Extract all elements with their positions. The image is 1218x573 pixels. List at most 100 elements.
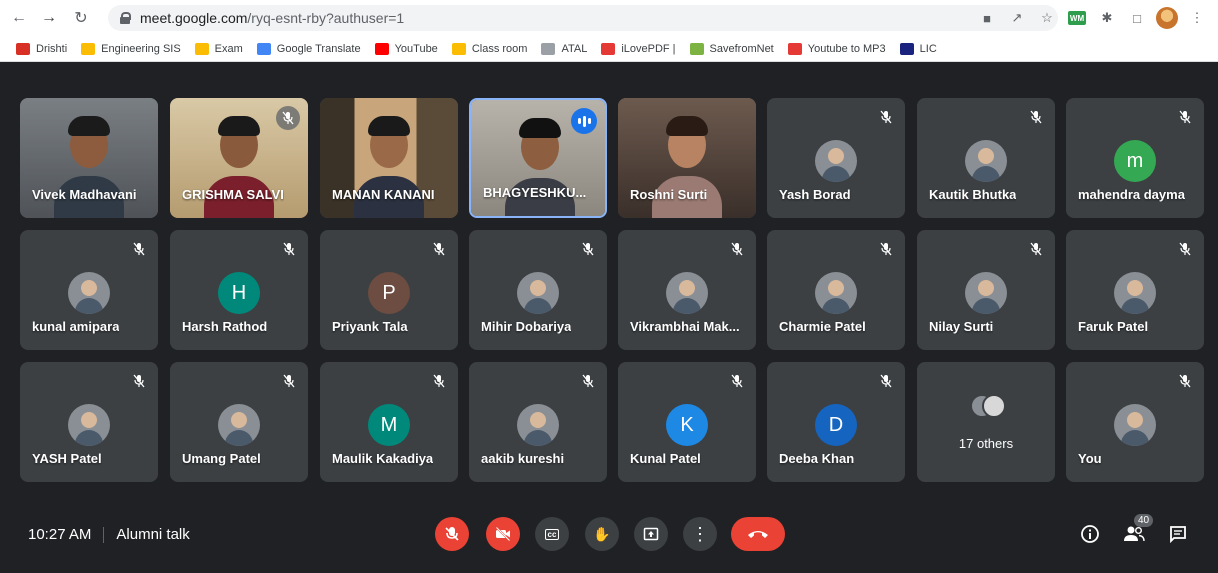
bookmark-item[interactable]: Class room xyxy=(451,42,528,55)
back-icon[interactable]: ← xyxy=(6,5,32,31)
raise-hand-button[interactable]: ✋ xyxy=(585,517,619,551)
participant-tile[interactable]: aakib kureshi xyxy=(469,362,607,482)
reload-icon[interactable]: ↻ xyxy=(68,5,94,31)
bookmarks-bar: Drishti Engineering SIS Exam Google Transla… xyxy=(0,36,1218,62)
profile-avatar[interactable] xyxy=(1156,7,1178,29)
participant-avatar xyxy=(965,272,1007,314)
participant-avatar: H xyxy=(218,272,260,314)
bookmark-item[interactable]: SavefromNet xyxy=(689,42,774,55)
muted-mic-icon xyxy=(280,240,298,258)
muted-mic-icon xyxy=(877,372,895,390)
bookmark-item[interactable]: ATAL xyxy=(541,42,587,55)
bookmark-star-icon[interactable]: ☆ xyxy=(1036,7,1058,29)
bookmark-label: Youtube to MP3 xyxy=(807,42,886,55)
bookmark-favicon-icon xyxy=(374,42,389,55)
participant-tile[interactable]: m mahendra dayma xyxy=(1066,98,1204,218)
camera-toggle-button[interactable] xyxy=(486,517,520,551)
participant-tile[interactable]: MANAN KANANI xyxy=(320,98,458,218)
participant-tile[interactable]: You xyxy=(1066,362,1204,482)
leave-call-button[interactable] xyxy=(731,517,785,551)
participant-name: Mihir Dobariya xyxy=(481,319,572,334)
browser-toolbar: ← → ↻ meet.google.com/ryq-esnt-rby?authu… xyxy=(0,0,1218,36)
participant-name: Kautik Bhutka xyxy=(929,187,1017,202)
participant-tile[interactable]: Vivek Madhavani xyxy=(20,98,158,218)
participant-tile[interactable]: Charmie Patel xyxy=(767,230,905,350)
participant-tile[interactable]: Vikrambhai Mak... xyxy=(618,230,756,350)
participant-name: GRISHMA SALVI xyxy=(182,187,284,202)
bookmark-label: Class room xyxy=(471,42,528,55)
participant-avatar xyxy=(666,272,708,314)
participant-tile[interactable]: Roshni Surti xyxy=(618,98,756,218)
bookmark-label: YouTube xyxy=(394,42,438,55)
captions-button[interactable]: cc xyxy=(535,517,569,551)
bookmark-item[interactable]: Google Translate xyxy=(256,42,361,55)
extensions-puzzle-icon[interactable]: ✱ xyxy=(1096,7,1118,29)
participant-tile[interactable]: 17 others xyxy=(917,362,1055,482)
participant-tile[interactable]: D Deeba Khan xyxy=(767,362,905,482)
share-icon[interactable]: ↗ xyxy=(1006,7,1028,29)
participant-tile[interactable]: Nilay Surti xyxy=(917,230,1055,350)
participant-tile[interactable]: YASH Patel xyxy=(20,362,158,482)
muted-mic-icon xyxy=(1176,372,1194,390)
bookmark-item[interactable]: Exam xyxy=(194,42,243,55)
meeting-info: 10:27 AM Alumni talk xyxy=(28,526,190,543)
participant-tile[interactable]: P Priyank Tala xyxy=(320,230,458,350)
participant-tile[interactable]: H Harsh Rathod xyxy=(170,230,308,350)
participant-name: Charmie Patel xyxy=(779,319,866,334)
bookmark-item[interactable]: iLovePDF | xyxy=(601,42,676,55)
muted-mic-icon xyxy=(1176,240,1194,258)
participant-name: Maulik Kakadiya xyxy=(332,451,434,466)
participant-tile[interactable]: kunal amipara xyxy=(20,230,158,350)
participant-avatar xyxy=(517,272,559,314)
bookmark-favicon-icon xyxy=(601,42,616,55)
side-panel-icon[interactable]: □ xyxy=(1126,7,1148,29)
participant-name: Vikrambhai Mak... xyxy=(630,319,740,334)
bookmark-item[interactable]: LIC xyxy=(899,42,937,55)
bookmark-item[interactable]: Drishti xyxy=(16,42,67,55)
participant-tile[interactable]: Yash Borad xyxy=(767,98,905,218)
meeting-details-button[interactable] xyxy=(1078,522,1102,546)
participant-tile[interactable]: Mihir Dobariya xyxy=(469,230,607,350)
mic-toggle-button[interactable] xyxy=(435,517,469,551)
participant-name: Umang Patel xyxy=(182,451,261,466)
participant-avatar: D xyxy=(815,404,857,446)
info-icon xyxy=(1081,525,1099,543)
address-bar[interactable]: meet.google.com/ryq-esnt-rby?authuser=1 xyxy=(108,5,1058,31)
bookmark-favicon-icon xyxy=(194,42,209,55)
menu-kebab-icon[interactable]: ⋮ xyxy=(1186,7,1208,29)
bookmark-item[interactable]: YouTube xyxy=(374,42,438,55)
people-button[interactable]: 40 xyxy=(1122,514,1154,546)
participant-avatar: P xyxy=(368,272,410,314)
participant-tile[interactable]: M Maulik Kakadiya xyxy=(320,362,458,482)
participant-name: BHAGYESHKU... xyxy=(483,185,587,200)
bookmark-item[interactable]: Engineering SIS xyxy=(81,42,181,55)
present-button[interactable] xyxy=(634,517,668,551)
participant-tile[interactable]: Faruk Patel xyxy=(1066,230,1204,350)
chat-button[interactable] xyxy=(1166,522,1190,546)
participant-name: Harsh Rathod xyxy=(182,319,268,334)
forward-icon[interactable]: → xyxy=(36,5,62,31)
bookmark-label: Exam xyxy=(214,42,243,55)
bookmark-item[interactable]: Youtube to MP3 xyxy=(787,42,886,55)
participant-tile[interactable]: Umang Patel xyxy=(170,362,308,482)
bookmark-favicon-icon xyxy=(256,42,271,55)
participant-name: mahendra dayma xyxy=(1078,187,1185,202)
browser-tools: ■ ↗ ☆ WM ✱ □ ⋮ xyxy=(976,5,1208,31)
bookmark-favicon-icon xyxy=(689,42,704,55)
participant-name: Faruk Patel xyxy=(1078,319,1149,334)
raise-hand-icon: ✋ xyxy=(593,525,611,542)
muted-mic-icon xyxy=(1027,240,1045,258)
participant-name: kunal amipara xyxy=(32,319,120,334)
participant-name: Yash Borad xyxy=(779,187,851,202)
more-options-button[interactable]: ⋮ xyxy=(683,517,717,551)
participant-avatar xyxy=(815,140,857,182)
participant-tile[interactable]: Kautik Bhutka xyxy=(917,98,1055,218)
extension-wm-icon[interactable]: WM xyxy=(1066,7,1088,29)
participant-tile[interactable]: K Kunal Patel xyxy=(618,362,756,482)
participant-tile[interactable]: BHAGYESHKU... xyxy=(469,98,607,218)
bookmark-favicon-icon xyxy=(541,42,556,55)
camera-indicator-icon[interactable]: ■ xyxy=(976,7,998,29)
participant-avatar xyxy=(1114,404,1156,446)
participant-tile[interactable]: GRISHMA SALVI xyxy=(170,98,308,218)
muted-mic-icon xyxy=(877,108,895,126)
